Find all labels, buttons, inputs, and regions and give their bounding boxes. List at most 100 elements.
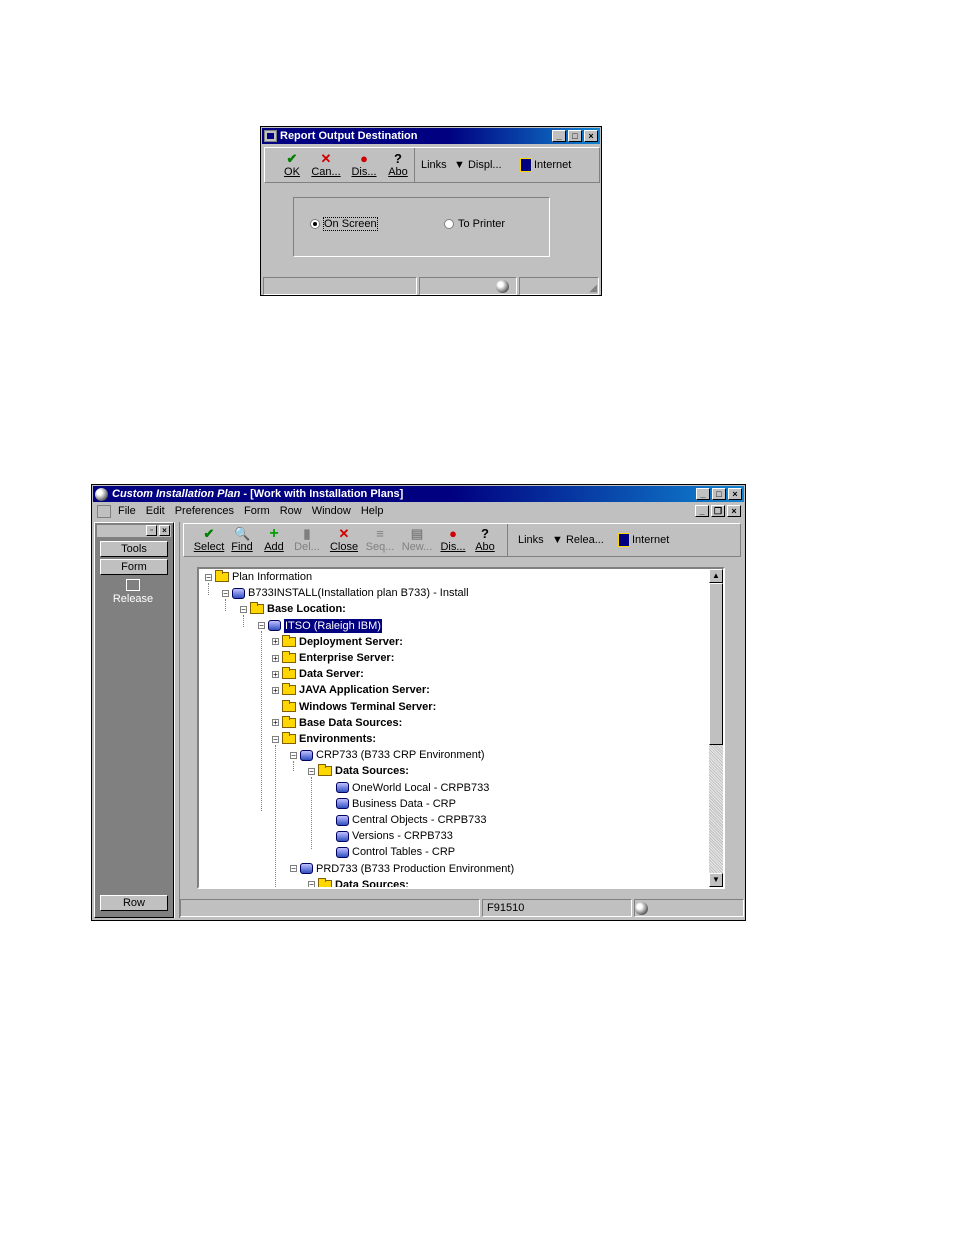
tree-node[interactable]: − Plan Information bbox=[205, 570, 312, 584]
globe-icon bbox=[496, 280, 509, 293]
on-screen-radio[interactable]: On Screen bbox=[310, 217, 378, 231]
tree-scrollbar[interactable]: ▲ ▼ bbox=[709, 569, 723, 887]
links-menu[interactable]: Links bbox=[421, 159, 447, 171]
internet-icon bbox=[520, 158, 532, 172]
about-button[interactable]: ? Abo bbox=[472, 527, 498, 554]
installation-plan-tree[interactable]: − Plan Information − B733INSTALL(Installati… bbox=[197, 567, 725, 889]
collapse-icon[interactable]: − bbox=[240, 605, 247, 613]
tree-node[interactable]: − Data Sources: bbox=[308, 764, 409, 778]
expand-icon[interactable]: + bbox=[272, 670, 279, 678]
menu-edit[interactable]: Edit bbox=[146, 505, 165, 517]
internet-label: Internet bbox=[632, 534, 670, 546]
tree-node[interactable]: Business Data - CRP bbox=[326, 797, 456, 811]
resize-grip-icon[interactable]: ◢ bbox=[589, 283, 597, 294]
tree-node[interactable]: + Base Data Sources: bbox=[272, 715, 402, 730]
internet-button[interactable]: Internet bbox=[520, 158, 571, 172]
tree-node[interactable]: + Data Server: bbox=[272, 667, 364, 681]
find-icon: 🔍 bbox=[234, 526, 251, 541]
internet-button[interactable]: Internet bbox=[618, 533, 669, 547]
database-icon bbox=[268, 620, 281, 632]
maximize-button[interactable]: □ bbox=[568, 130, 582, 142]
child-minimize-button[interactable]: _ bbox=[695, 505, 709, 517]
delete-button[interactable]: ▮ Del... bbox=[292, 527, 322, 554]
display-button[interactable]: ● Dis... bbox=[349, 152, 379, 179]
close-window-button[interactable]: × bbox=[728, 488, 742, 500]
expand-icon[interactable]: + bbox=[272, 686, 279, 694]
expand-icon[interactable]: + bbox=[272, 719, 279, 727]
tree-node[interactable]: − Environments: bbox=[272, 732, 376, 746]
collapse-icon[interactable]: − bbox=[308, 881, 315, 887]
close-window-button[interactable]: × bbox=[584, 130, 598, 142]
tree-node[interactable]: − ITSO (Raleigh IBM) bbox=[258, 617, 383, 634]
tree-node[interactable]: − Data Sources: bbox=[308, 877, 409, 889]
menu-form[interactable]: Form bbox=[244, 505, 270, 517]
display-dropdown[interactable]: ▼ Displ... bbox=[454, 159, 502, 171]
release-dropdown[interactable]: ▼ Relea... bbox=[552, 534, 604, 546]
tree-node[interactable]: − Base Location: bbox=[240, 602, 346, 616]
tree-node[interactable]: − PRD733 (B733 Production Environment) bbox=[290, 862, 514, 876]
expand-icon[interactable]: + bbox=[272, 638, 279, 646]
tree-node[interactable]: − CRP733 (B733 CRP Environment) bbox=[290, 748, 485, 762]
menu-help[interactable]: Help bbox=[361, 505, 384, 517]
menu-file[interactable]: File bbox=[118, 505, 136, 517]
maximize-button[interactable]: □ bbox=[712, 488, 726, 500]
collapse-icon[interactable]: − bbox=[272, 735, 279, 743]
minimize-button[interactable]: _ bbox=[696, 488, 710, 500]
links-menu[interactable]: Links bbox=[518, 534, 544, 546]
collapse-icon[interactable]: − bbox=[308, 767, 315, 775]
tree-node[interactable]: + JAVA Application Server: bbox=[272, 683, 430, 697]
panel-splitter[interactable] bbox=[174, 522, 180, 918]
select-button[interactable]: ✔ Select bbox=[192, 527, 226, 554]
scroll-thumb[interactable] bbox=[709, 583, 723, 745]
display-icon: ● bbox=[449, 526, 457, 541]
new-button[interactable]: ▤ New... bbox=[400, 527, 434, 554]
tree-node[interactable]: + Enterprise Server: bbox=[272, 651, 394, 665]
collapse-icon[interactable]: − bbox=[205, 573, 212, 581]
tree-node[interactable]: Control Tables - CRP bbox=[326, 845, 455, 859]
tree-node-label: Plan Information bbox=[232, 571, 313, 583]
collapse-icon[interactable]: − bbox=[290, 865, 297, 873]
dialog-title-bar[interactable]: Report Output Destination _ □ × bbox=[262, 128, 600, 144]
display-button[interactable]: ● Dis... bbox=[438, 526, 468, 554]
collapse-icon[interactable]: − bbox=[290, 751, 297, 759]
child-restore-button[interactable]: ❐ bbox=[711, 505, 725, 517]
tree-connector bbox=[208, 583, 209, 595]
side-panel-pin-button[interactable]: ▫ bbox=[146, 525, 157, 536]
collapse-icon[interactable]: − bbox=[258, 622, 265, 630]
tools-button[interactable]: Tools bbox=[100, 541, 168, 557]
scroll-up-button[interactable]: ▲ bbox=[709, 569, 723, 583]
dropdown-arrow-icon: ▼ bbox=[552, 534, 563, 546]
menu-window[interactable]: Window bbox=[312, 505, 351, 517]
scroll-down-button[interactable]: ▼ bbox=[709, 873, 723, 887]
tree-node-label: B733INSTALL(Installation plan B733) - In… bbox=[248, 587, 469, 600]
tree-node[interactable]: + Deployment Server: bbox=[272, 634, 403, 649]
menu-preferences[interactable]: Preferences bbox=[175, 505, 234, 517]
child-close-button[interactable]: × bbox=[727, 505, 741, 517]
menu-row[interactable]: Row bbox=[280, 505, 302, 517]
close-button[interactable]: ✕ Close bbox=[328, 527, 360, 554]
tree-node[interactable]: − B733INSTALL(Installation plan B733) - I… bbox=[222, 586, 469, 600]
main-title-bar[interactable]: Custom Installation Plan - [Work with In… bbox=[93, 486, 744, 502]
sequence-button[interactable]: ≡ Seq... bbox=[364, 527, 396, 554]
ok-button[interactable]: ✔ OK bbox=[279, 152, 305, 179]
cancel-button[interactable]: ✕ Can... bbox=[311, 152, 341, 179]
release-exit[interactable]: Release bbox=[99, 579, 167, 605]
row-button[interactable]: Row bbox=[100, 895, 168, 911]
side-panel-close-button[interactable]: × bbox=[159, 525, 170, 536]
add-button[interactable]: + Add bbox=[260, 526, 288, 554]
minimize-button[interactable]: _ bbox=[552, 130, 566, 142]
form-button[interactable]: Form bbox=[100, 559, 168, 575]
app-menu-icon[interactable] bbox=[97, 505, 111, 518]
tree-node-label: Data Sources: bbox=[335, 878, 409, 889]
folder-icon bbox=[282, 699, 296, 712]
collapse-icon[interactable]: − bbox=[222, 589, 229, 597]
tree-node[interactable]: Versions - CRPB733 bbox=[326, 829, 453, 843]
expand-icon[interactable]: + bbox=[272, 654, 279, 662]
tree-node[interactable]: Windows Terminal Server: bbox=[272, 699, 436, 714]
dialog-toolbar-buttons: ✔ OK ✕ Can... ● Dis... ? Abo bbox=[265, 148, 415, 182]
about-button[interactable]: ? Abo bbox=[385, 152, 411, 179]
tree-node[interactable]: OneWorld Local - CRPB733 bbox=[326, 781, 489, 795]
find-button[interactable]: 🔍 Find bbox=[228, 526, 256, 554]
tree-node[interactable]: Central Objects - CRPB733 bbox=[326, 813, 487, 827]
to-printer-radio[interactable]: To Printer bbox=[444, 218, 505, 230]
